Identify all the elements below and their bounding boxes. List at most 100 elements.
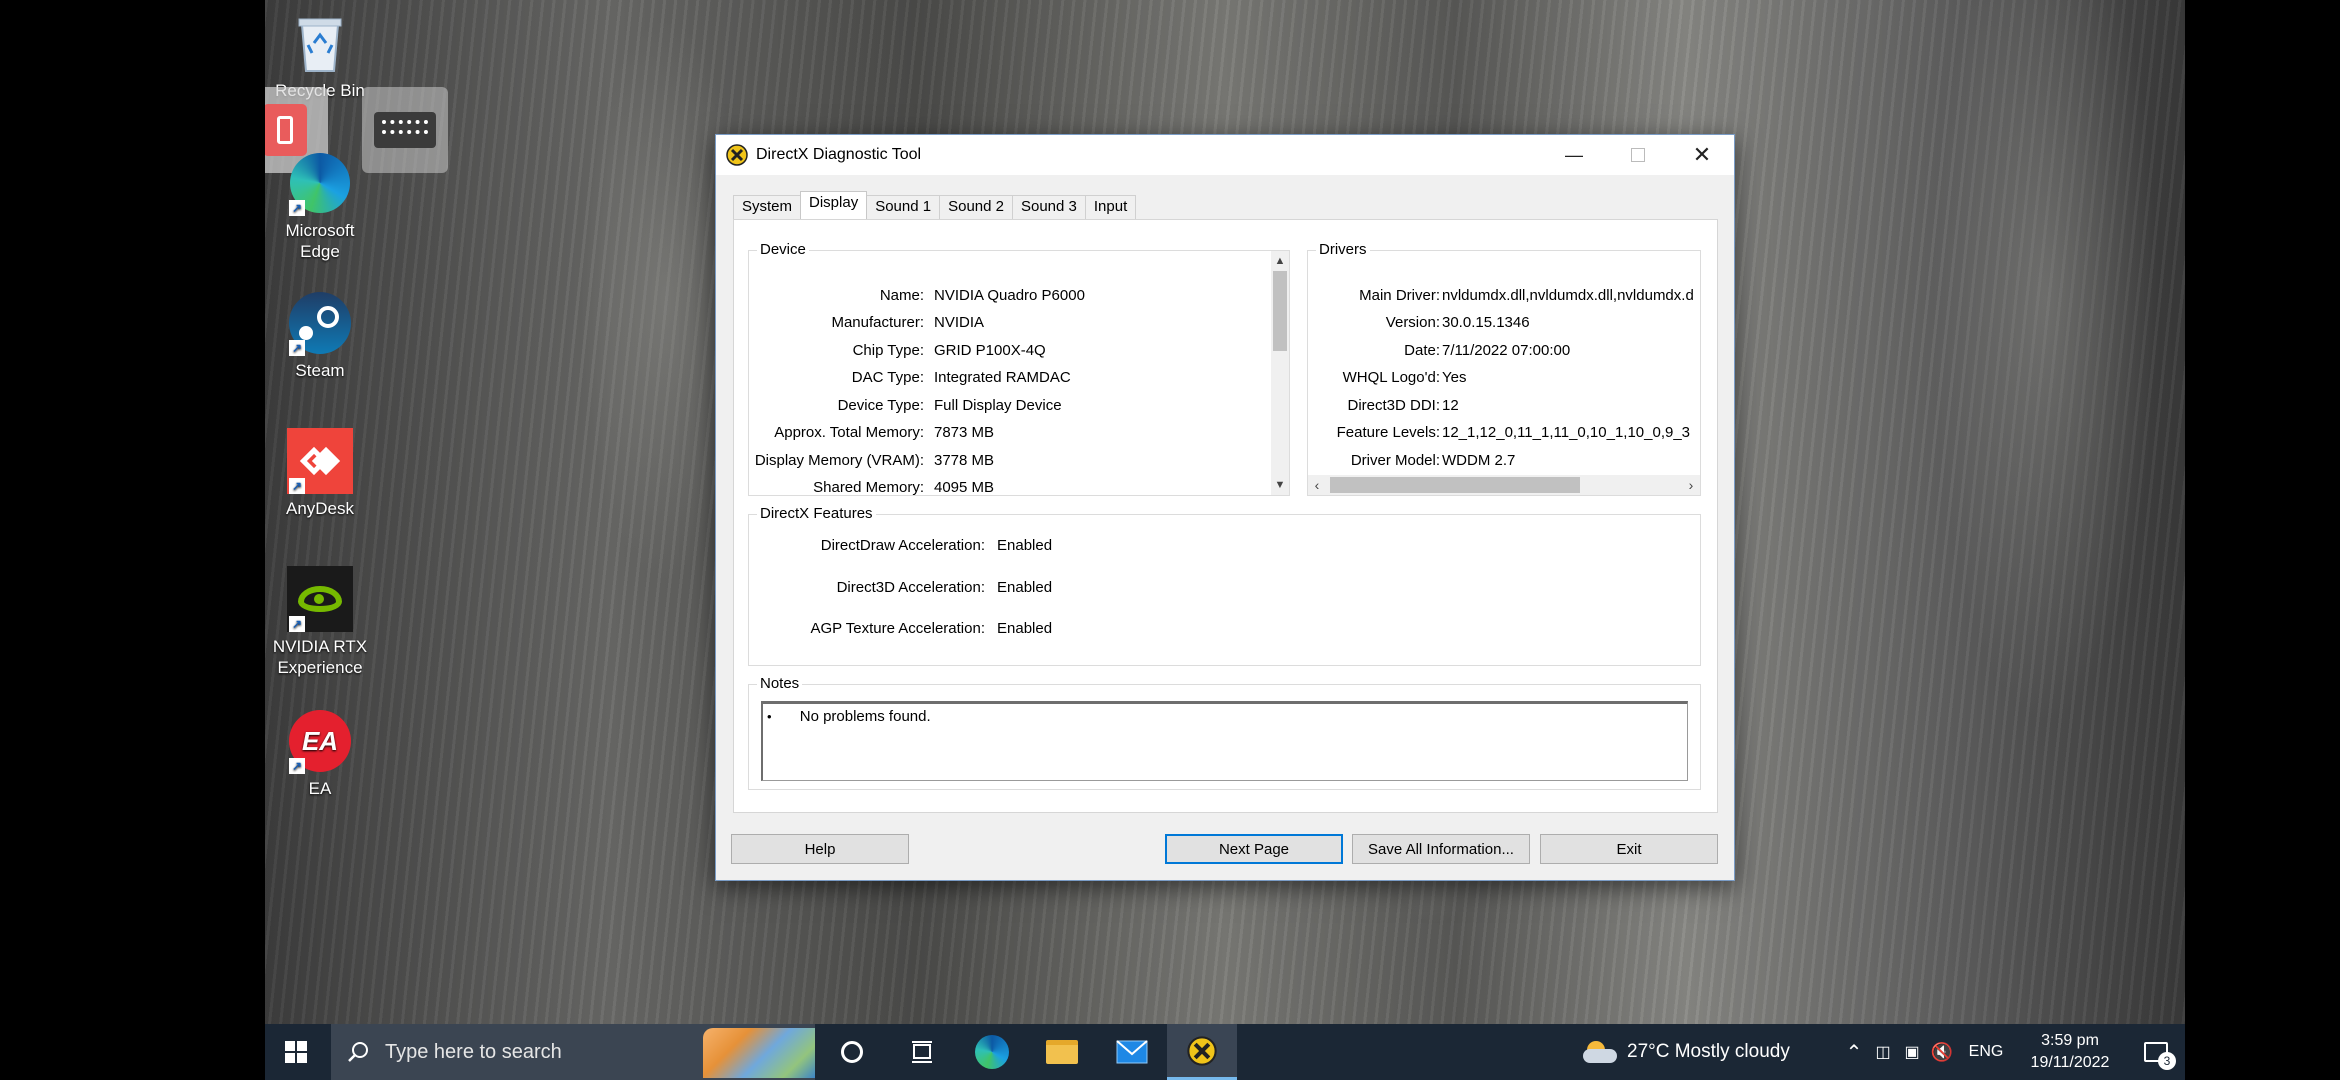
- steam-icon: ↗: [287, 290, 353, 356]
- taskbar-dxdiag-button[interactable]: [1167, 1024, 1237, 1080]
- driver-value: Yes: [1442, 369, 1467, 386]
- scroll-thumb[interactable]: [1273, 271, 1287, 351]
- device-list[interactable]: Name: NVIDIA Quadro P6000 Manufacturer: NV…: [749, 251, 1271, 495]
- drivers-group: Drivers Main Driver: nvldumdx.dll,nvldumd…: [1307, 241, 1701, 496]
- minimize-button[interactable]: —: [1542, 135, 1606, 175]
- notification-icon: 3: [2144, 1042, 2176, 1070]
- desktop: Recycle Bin ↗ Microsoft Edge: [265, 0, 2185, 1024]
- driver-key: Main Driver:: [1359, 287, 1440, 304]
- driver-key: Date:: [1404, 342, 1440, 359]
- device-key: Device Type:: [837, 397, 924, 414]
- driver-value: nvldumdx.dll,nvldumdx.dll,nvldumdx.d: [1442, 287, 1694, 304]
- display-tab-panel: Device Name: NVIDIA Quadro P6000 Manufact…: [733, 219, 1718, 813]
- driver-key: WHQL Logo'd:: [1342, 369, 1440, 386]
- directx-features-label: DirectX Features: [757, 505, 876, 522]
- drivers-horizontal-scrollbar[interactable]: ‹ ›: [1308, 475, 1700, 495]
- tab-sound-2[interactable]: Sound 2: [939, 195, 1013, 219]
- driver-key: Driver Model:: [1350, 452, 1440, 469]
- device-row: Shared Memory: 4095 MB: [749, 479, 1271, 495]
- desktop-icon-edge[interactable]: ↗ Microsoft Edge: [265, 150, 375, 262]
- search-placeholder: Type here to search: [385, 1040, 562, 1063]
- volume-muted-icon: 🔇: [1930, 1041, 1954, 1062]
- tab-strip: System Display Sound 1 Sound 2 Sound 3 I…: [733, 191, 1137, 219]
- tab-sound-1[interactable]: Sound 1: [866, 195, 941, 219]
- desktop-icon-nvidia[interactable]: ↗ NVIDIA RTX Experience: [265, 566, 375, 678]
- tab-input[interactable]: Input: [1084, 195, 1137, 219]
- notification-center-button[interactable]: 3: [2133, 1024, 2179, 1080]
- maximize-button[interactable]: [1606, 135, 1670, 175]
- language-indicator[interactable]: ENG: [1963, 1024, 2009, 1080]
- desktop-icon-label: EA: [308, 779, 332, 798]
- device-group: Device Name: NVIDIA Quadro P6000 Manufact…: [748, 241, 1290, 496]
- driver-value: 7/11/2022 07:00:00: [1442, 342, 1571, 359]
- folder-icon: [1046, 1040, 1078, 1064]
- cloudy-weather-icon: [1583, 1041, 1617, 1063]
- weather-text: 27°C Mostly cloudy: [1627, 1041, 1790, 1062]
- next-page-button[interactable]: Next Page: [1165, 834, 1343, 864]
- notes-text: No problems found.: [799, 708, 931, 725]
- scroll-right-arrow[interactable]: ›: [1682, 475, 1700, 495]
- tab-sound-3[interactable]: Sound 3: [1011, 195, 1086, 219]
- desktop-icon-label: AnyDesk: [285, 499, 355, 518]
- task-view-button[interactable]: [887, 1024, 957, 1080]
- screen: Recycle Bin ↗ Microsoft Edge: [0, 0, 2340, 1080]
- driver-row: Version: 30.0.15.1346: [1308, 314, 1700, 336]
- cortana-button[interactable]: [817, 1024, 887, 1080]
- exit-button[interactable]: Exit: [1540, 834, 1718, 864]
- taskbar-mail-button[interactable]: [1097, 1024, 1167, 1080]
- title-bar[interactable]: DirectX Diagnostic Tool — ✕: [716, 135, 1734, 175]
- device-key: Chip Type:: [852, 342, 924, 359]
- volume-button[interactable]: 🔇: [1927, 1024, 1957, 1080]
- taskbar-edge-button[interactable]: [957, 1024, 1027, 1080]
- tab-system[interactable]: System: [733, 195, 802, 219]
- clock-time: 3:59 pm: [2041, 1032, 2099, 1049]
- device-scrollbar[interactable]: ▲ ▼: [1271, 251, 1289, 495]
- driver-row: WHQL Logo'd: Yes: [1308, 369, 1700, 391]
- drivers-list[interactable]: Main Driver: nvldumdx.dll,nvldumdx.dll,nv…: [1308, 251, 1700, 475]
- feature-row: DirectDraw Acceleration: Enabled: [749, 537, 1702, 559]
- desktop-icon-steam[interactable]: ↗ Steam: [265, 290, 375, 381]
- network-button[interactable]: ▣: [1897, 1024, 1927, 1080]
- desktop-icon-anydesk[interactable]: ↗ AnyDesk: [265, 428, 375, 519]
- search-highlight-illustration: [703, 1028, 815, 1078]
- feature-key: AGP Texture Acceleration:: [810, 620, 985, 637]
- driver-row: Direct3D DDI: 12: [1308, 397, 1700, 419]
- feature-value: Enabled: [997, 537, 1053, 554]
- desktop-icon-label-line2: Edge: [300, 242, 340, 261]
- taskbar-search[interactable]: Type here to search: [331, 1024, 815, 1080]
- cortana-icon: [841, 1041, 863, 1063]
- scroll-thumb[interactable]: [1330, 477, 1580, 493]
- tab-display[interactable]: Display: [800, 191, 868, 219]
- taskbar-file-explorer-button[interactable]: [1027, 1024, 1097, 1080]
- notes-box[interactable]: • No problems found.: [761, 701, 1688, 781]
- weather-widget[interactable]: 27°C Mostly cloudy: [1583, 1024, 1813, 1080]
- scroll-left-arrow[interactable]: ‹: [1308, 475, 1326, 495]
- clock[interactable]: 3:59 pm 19/11/2022: [2017, 1024, 2123, 1080]
- feature-key: DirectDraw Acceleration:: [820, 537, 985, 554]
- save-all-information-button[interactable]: Save All Information...: [1352, 834, 1530, 864]
- directx-app-icon: [726, 144, 748, 166]
- device-row: Chip Type: GRID P100X-4Q: [749, 342, 1271, 364]
- driver-row: Driver Model: WDDM 2.7: [1308, 452, 1700, 474]
- start-button[interactable]: [265, 1024, 327, 1080]
- dxdiag-window: DirectX Diagnostic Tool — ✕ System Displ…: [715, 134, 1735, 881]
- scroll-down-arrow[interactable]: ▼: [1271, 475, 1289, 495]
- task-view-icon: [912, 1041, 932, 1063]
- feature-row: Direct3D Acceleration: Enabled: [749, 579, 1702, 601]
- device-value: GRID P100X-4Q: [934, 342, 1046, 359]
- desktop-icon-label: Steam: [295, 361, 345, 380]
- edge-icon: ↗: [287, 150, 353, 216]
- device-row: DAC Type: Integrated RAMDAC: [749, 369, 1271, 391]
- desktop-icon-ea[interactable]: EA ↗ EA: [265, 708, 375, 799]
- anydesk-icon: ↗: [287, 428, 353, 494]
- minimize-icon: —: [1565, 144, 1583, 165]
- device-row: Device Type: Full Display Device: [749, 397, 1271, 419]
- desktop-icon-label-line1: NVIDIA RTX: [272, 637, 368, 656]
- help-button[interactable]: Help: [731, 834, 909, 864]
- tray-device-icon[interactable]: ◫: [1869, 1024, 1897, 1080]
- driver-row: Date: 7/11/2022 07:00:00: [1308, 342, 1700, 364]
- device-row: Name: NVIDIA Quadro P6000: [749, 287, 1271, 309]
- scroll-up-arrow[interactable]: ▲: [1271, 251, 1289, 271]
- show-hidden-icons-button[interactable]: ⌃: [1839, 1024, 1869, 1080]
- close-button[interactable]: ✕: [1670, 135, 1734, 175]
